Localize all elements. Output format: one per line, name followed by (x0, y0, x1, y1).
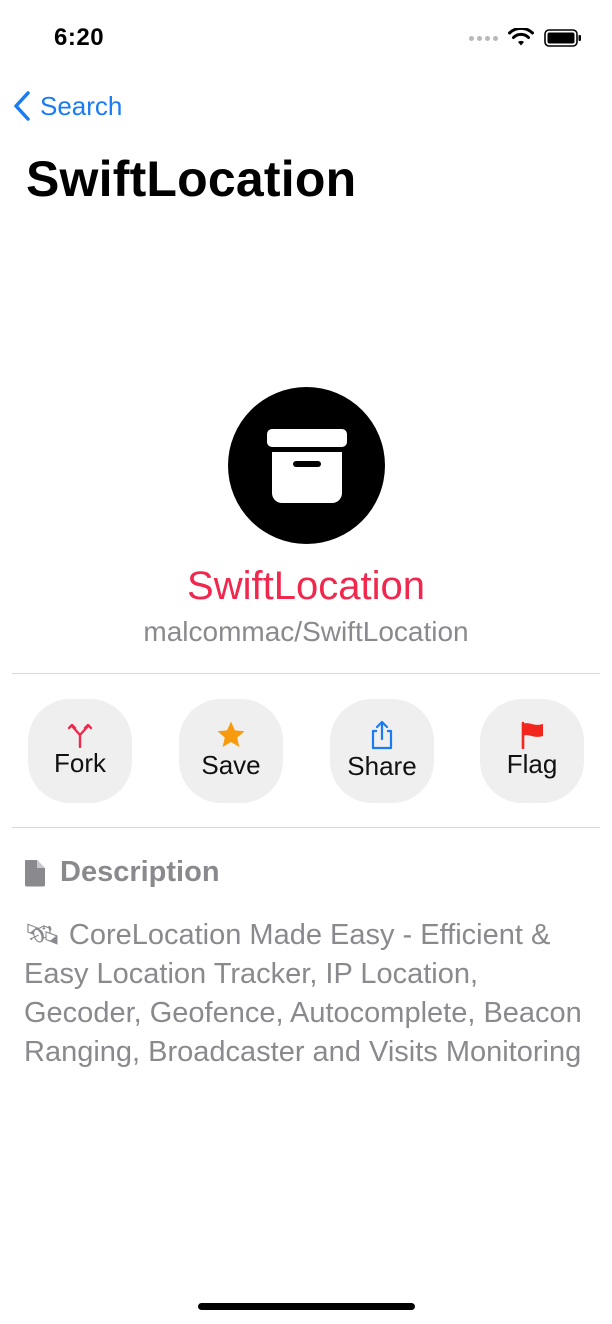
share-label: Share (347, 751, 417, 781)
flag-label: Flag (506, 749, 558, 779)
repo-name: SwiftLocation (187, 564, 425, 608)
fork-icon (68, 723, 92, 748)
divider-top (12, 673, 600, 674)
home-indicator[interactable] (198, 1303, 415, 1310)
divider-bottom (12, 827, 600, 828)
repo-full-name: malcommac/SwiftLocation (143, 616, 469, 647)
share-icon (371, 720, 393, 750)
document-icon (25, 859, 45, 886)
save-label: Save (201, 750, 261, 780)
description-header: Description (24, 856, 220, 889)
battery-icon (544, 29, 581, 47)
flag-button[interactable]: Flag (480, 699, 584, 803)
chevron-left-icon (14, 91, 30, 121)
flag-icon (521, 721, 543, 749)
fork-button[interactable]: Fork (28, 699, 132, 803)
status-indicators (469, 28, 582, 48)
status-bar: 6:20 (0, 0, 612, 80)
back-button[interactable]: Search (12, 90, 122, 122)
repo-avatar (228, 387, 385, 544)
status-time: 6:20 (54, 24, 105, 51)
action-buttons: Fork Save Share Flag (28, 699, 584, 803)
star-icon (217, 721, 245, 747)
wifi-icon (508, 28, 534, 46)
description-text: 🛰 CoreLocation Made Easy - Efficient & E… (24, 919, 582, 1068)
archive-box-icon (266, 428, 347, 503)
description-heading: Description (60, 856, 220, 888)
fork-label: Fork (54, 748, 106, 778)
back-button-label: Search (40, 90, 123, 121)
cellular-signal-icon (469, 35, 498, 41)
save-button[interactable]: Save (179, 699, 283, 803)
page-title: SwiftLocation (26, 151, 357, 207)
share-button[interactable]: Share (330, 699, 434, 803)
